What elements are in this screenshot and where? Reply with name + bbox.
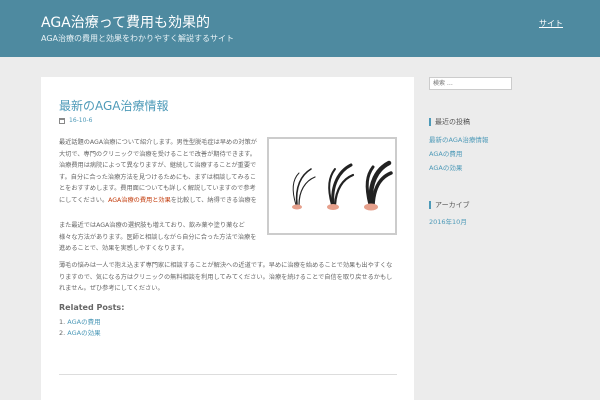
main-content: 最新のAGA治療情報 16-10-6 最近話題のAGA治療について紹介します。男… (41, 77, 414, 400)
related-posts-list: 1. AGAの費用 2. AGAの効果 (59, 317, 101, 339)
highlight-link[interactable]: AGA治療の費用と効果 (108, 197, 171, 204)
post-paragraph-1: 最近話題のAGA治療について紹介します。男性型脱毛症は早めの対策が大切で、専門の… (59, 139, 257, 204)
related-posts-heading: Related Posts: (59, 303, 125, 312)
post-paragraph-2: また最近ではAGA治療の選択肢も増えており、飲み薬や塗り薬など様々な方法がありま… (59, 222, 257, 252)
recent-post-link[interactable]: 最新のAGA治療情報 (429, 134, 488, 144)
post-image (267, 137, 397, 235)
site-title[interactable]: AGA治療って費用も効果的 (41, 12, 210, 32)
archive-title: アーカイブ (429, 201, 470, 209)
recent-posts-title: 最近の投稿 (429, 118, 470, 126)
related-post-item: 2. AGAの効果 (59, 329, 101, 337)
site-description: AGA治療の費用と効果をわかりやすく解説するサイト (41, 34, 235, 43)
site-header: AGA治療って費用も効果的 AGA治療の費用と効果をわかりやすく解説するサイト … (0, 0, 600, 57)
search-input[interactable] (429, 77, 512, 90)
related-post-link[interactable]: AGAの効果 (67, 329, 100, 337)
post-date[interactable]: 16-10-6 (69, 117, 92, 124)
post-paragraph-3: 薄毛の悩みは一人で抱え込まず専門家に相談することが解決への近道です。早めに治療を… (59, 262, 393, 292)
recent-post-link[interactable]: AGAの効果 (429, 162, 462, 172)
related-post-item: 1. AGAの費用 (59, 318, 101, 326)
header-menu-link[interactable]: サイト (539, 18, 563, 29)
post-divider (59, 374, 397, 375)
post-meta: 16-10-6 (59, 117, 92, 124)
recent-post-link[interactable]: AGAの費用 (429, 148, 462, 158)
archive-link[interactable]: 2016年10月 (429, 216, 467, 226)
post-title[interactable]: 最新のAGA治療情報 (59, 97, 169, 114)
hair-growth-illustration (292, 160, 393, 211)
calendar-icon (59, 117, 65, 124)
related-post-link[interactable]: AGAの費用 (67, 318, 100, 326)
